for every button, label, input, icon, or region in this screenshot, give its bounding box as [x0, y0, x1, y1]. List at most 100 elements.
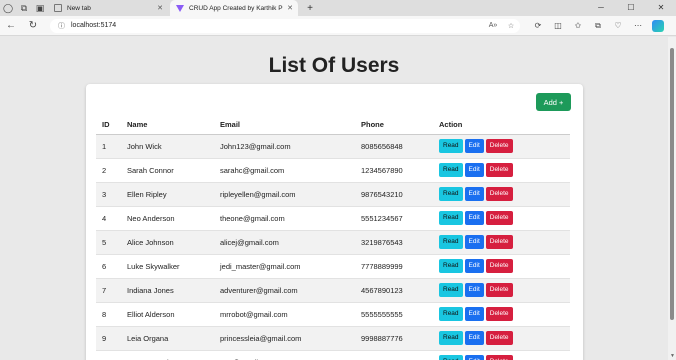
page-title: List Of Users [268, 54, 400, 77]
delete-button[interactable]: Delete [485, 307, 513, 321]
delete-button[interactable]: Delete [485, 211, 513, 225]
delete-button[interactable]: Delete [485, 235, 513, 249]
info-icon[interactable]: ⓘ [58, 21, 65, 31]
close-icon[interactable]: ✕ [157, 4, 163, 12]
cell-actions: ReadEditDelete [433, 254, 570, 279]
read-button[interactable]: Read [439, 211, 463, 225]
delete-button[interactable]: Delete [485, 283, 513, 297]
copilot-icon[interactable] [652, 19, 664, 32]
delete-button[interactable]: Delete [485, 259, 513, 273]
cell-actions: ReadEditDelete [433, 206, 570, 231]
profile-icon[interactable]: ◯ [0, 0, 16, 16]
read-button[interactable]: Read [439, 331, 463, 345]
cell-id: 4 [96, 206, 121, 231]
read-button[interactable]: Read [439, 235, 463, 249]
read-button[interactable]: Read [439, 283, 463, 297]
delete-button[interactable]: Delete [485, 163, 513, 177]
reload-icon[interactable]: ↻ [22, 20, 44, 31]
table-row: 6 Luke Skywalker jedi_master@gmail.com 7778… [96, 254, 570, 279]
minimize-icon[interactable]: ─ [586, 0, 616, 16]
read-button[interactable]: Read [439, 355, 463, 360]
cell-name: Ellen Ripley [121, 182, 214, 207]
extensions-icon[interactable]: ⟳ [528, 21, 548, 31]
table-row: 3 Ellen Ripley ripleyellen@gmail.com 987654… [96, 182, 570, 207]
table-row: 5 Alice Johnson alicej@gmail.com 3219876543… [96, 230, 570, 255]
edit-button[interactable]: Edit [464, 259, 484, 273]
add-user-button[interactable]: Add + [536, 93, 571, 111]
scroll-thumb[interactable] [670, 48, 674, 320]
edit-button[interactable]: Edit [464, 283, 484, 297]
cell-actions: ReadEditDelete [433, 230, 570, 255]
table-header-row: ID Name Email Phone Action [96, 116, 570, 135]
split-screen-icon[interactable]: ◫ [548, 21, 568, 31]
downloads-icon[interactable]: ♡ [608, 21, 628, 31]
cell-email: ripleyellen@gmail.com [214, 182, 355, 207]
edit-button[interactable]: Edit [464, 331, 484, 345]
cell-phone: 1234567890 [355, 158, 433, 183]
cell-actions: ReadEditDelete [433, 278, 570, 303]
cell-actions: ReadEditDelete [433, 182, 570, 207]
cell-phone: 7778889999 [355, 254, 433, 279]
edit-button[interactable]: Edit [464, 187, 484, 201]
edit-button[interactable]: Edit [464, 211, 484, 225]
more-icon[interactable]: ⋯ [628, 21, 648, 31]
read-button[interactable]: Read [439, 163, 463, 177]
new-tab-button[interactable]: + [302, 3, 318, 14]
tab-new-tab[interactable]: New tab ✕ [48, 0, 168, 16]
delete-button[interactable]: Delete [485, 139, 513, 153]
cell-id: 1 [96, 134, 121, 159]
users-table: ID Name Email Phone Action 1 John Wick Joh… [96, 116, 570, 360]
delete-button[interactable]: Delete [485, 187, 513, 201]
cell-name: Indiana Jones [121, 278, 214, 303]
tab-crud-app[interactable]: CRUD App Created by Karthik P ✕ [170, 0, 298, 16]
table-row: 7 Indiana Jones adventurer@gmail.com 456789… [96, 278, 570, 303]
cell-name: Alice Johnson [121, 230, 214, 255]
cell-id: 6 [96, 254, 121, 279]
cell-id: 8 [96, 302, 121, 327]
back-icon[interactable]: ← [0, 20, 22, 31]
cell-actions: ReadEditDelete [433, 326, 570, 351]
cell-name: Luke Skywalker [121, 254, 214, 279]
read-button[interactable]: Read [439, 259, 463, 273]
edit-button[interactable]: Edit [464, 235, 484, 249]
edit-button[interactable]: Edit [464, 355, 484, 360]
cell-email: 007@gmail.com [214, 350, 355, 360]
cell-email: John123@gmail.com [214, 134, 355, 159]
read-aloud-icon[interactable]: A» [484, 22, 502, 30]
page-icon [54, 4, 62, 12]
maximize-icon[interactable]: ☐ [616, 0, 646, 16]
cell-email: theone@gmail.com [214, 206, 355, 231]
edit-button[interactable]: Edit [464, 307, 484, 321]
header-id: ID [96, 116, 121, 135]
read-button[interactable]: Read [439, 139, 463, 153]
cell-email: jedi_master@gmail.com [214, 254, 355, 279]
read-button[interactable]: Read [439, 307, 463, 321]
scroll-down-icon[interactable]: ▼ [670, 353, 675, 359]
cell-phone: 9998887776 [355, 326, 433, 351]
workspaces-icon[interactable]: ⧉ [16, 0, 32, 16]
favorite-star-icon[interactable]: ☆ [502, 22, 520, 30]
cell-email: princessleia@gmail.com [214, 326, 355, 351]
vite-icon [176, 4, 184, 12]
cell-actions: ReadEditDelete [433, 134, 570, 159]
edit-button[interactable]: Edit [464, 139, 484, 153]
favorites-icon[interactable]: ✩ [568, 21, 588, 31]
close-icon[interactable]: ✕ [287, 4, 293, 12]
close-window-icon[interactable]: ✕ [646, 0, 676, 16]
url-text: localhost:5174 [71, 22, 117, 29]
users-card: Add + ID Name Email Phone Action 1 John W… [86, 84, 583, 360]
cell-name: James Bond [121, 350, 214, 360]
edit-button[interactable]: Edit [464, 163, 484, 177]
url-field[interactable]: ⓘ localhost:5174 A» ☆ [50, 18, 520, 33]
cell-phone: 9876543210 [355, 182, 433, 207]
cell-phone: 4567890123 [355, 278, 433, 303]
delete-button[interactable]: Delete [485, 355, 513, 360]
collections-icon[interactable]: ⧉ [588, 21, 608, 31]
header-name: Name [121, 116, 214, 135]
tab-actions-icon[interactable]: ▣ [32, 0, 48, 16]
header-email: Email [214, 116, 355, 135]
cell-name: John Wick [121, 134, 214, 159]
address-bar-row: ← ↻ ⓘ localhost:5174 A» ☆ ⟳ ◫ ✩ ⧉ ♡ ⋯ [0, 16, 676, 36]
delete-button[interactable]: Delete [485, 331, 513, 345]
read-button[interactable]: Read [439, 187, 463, 201]
